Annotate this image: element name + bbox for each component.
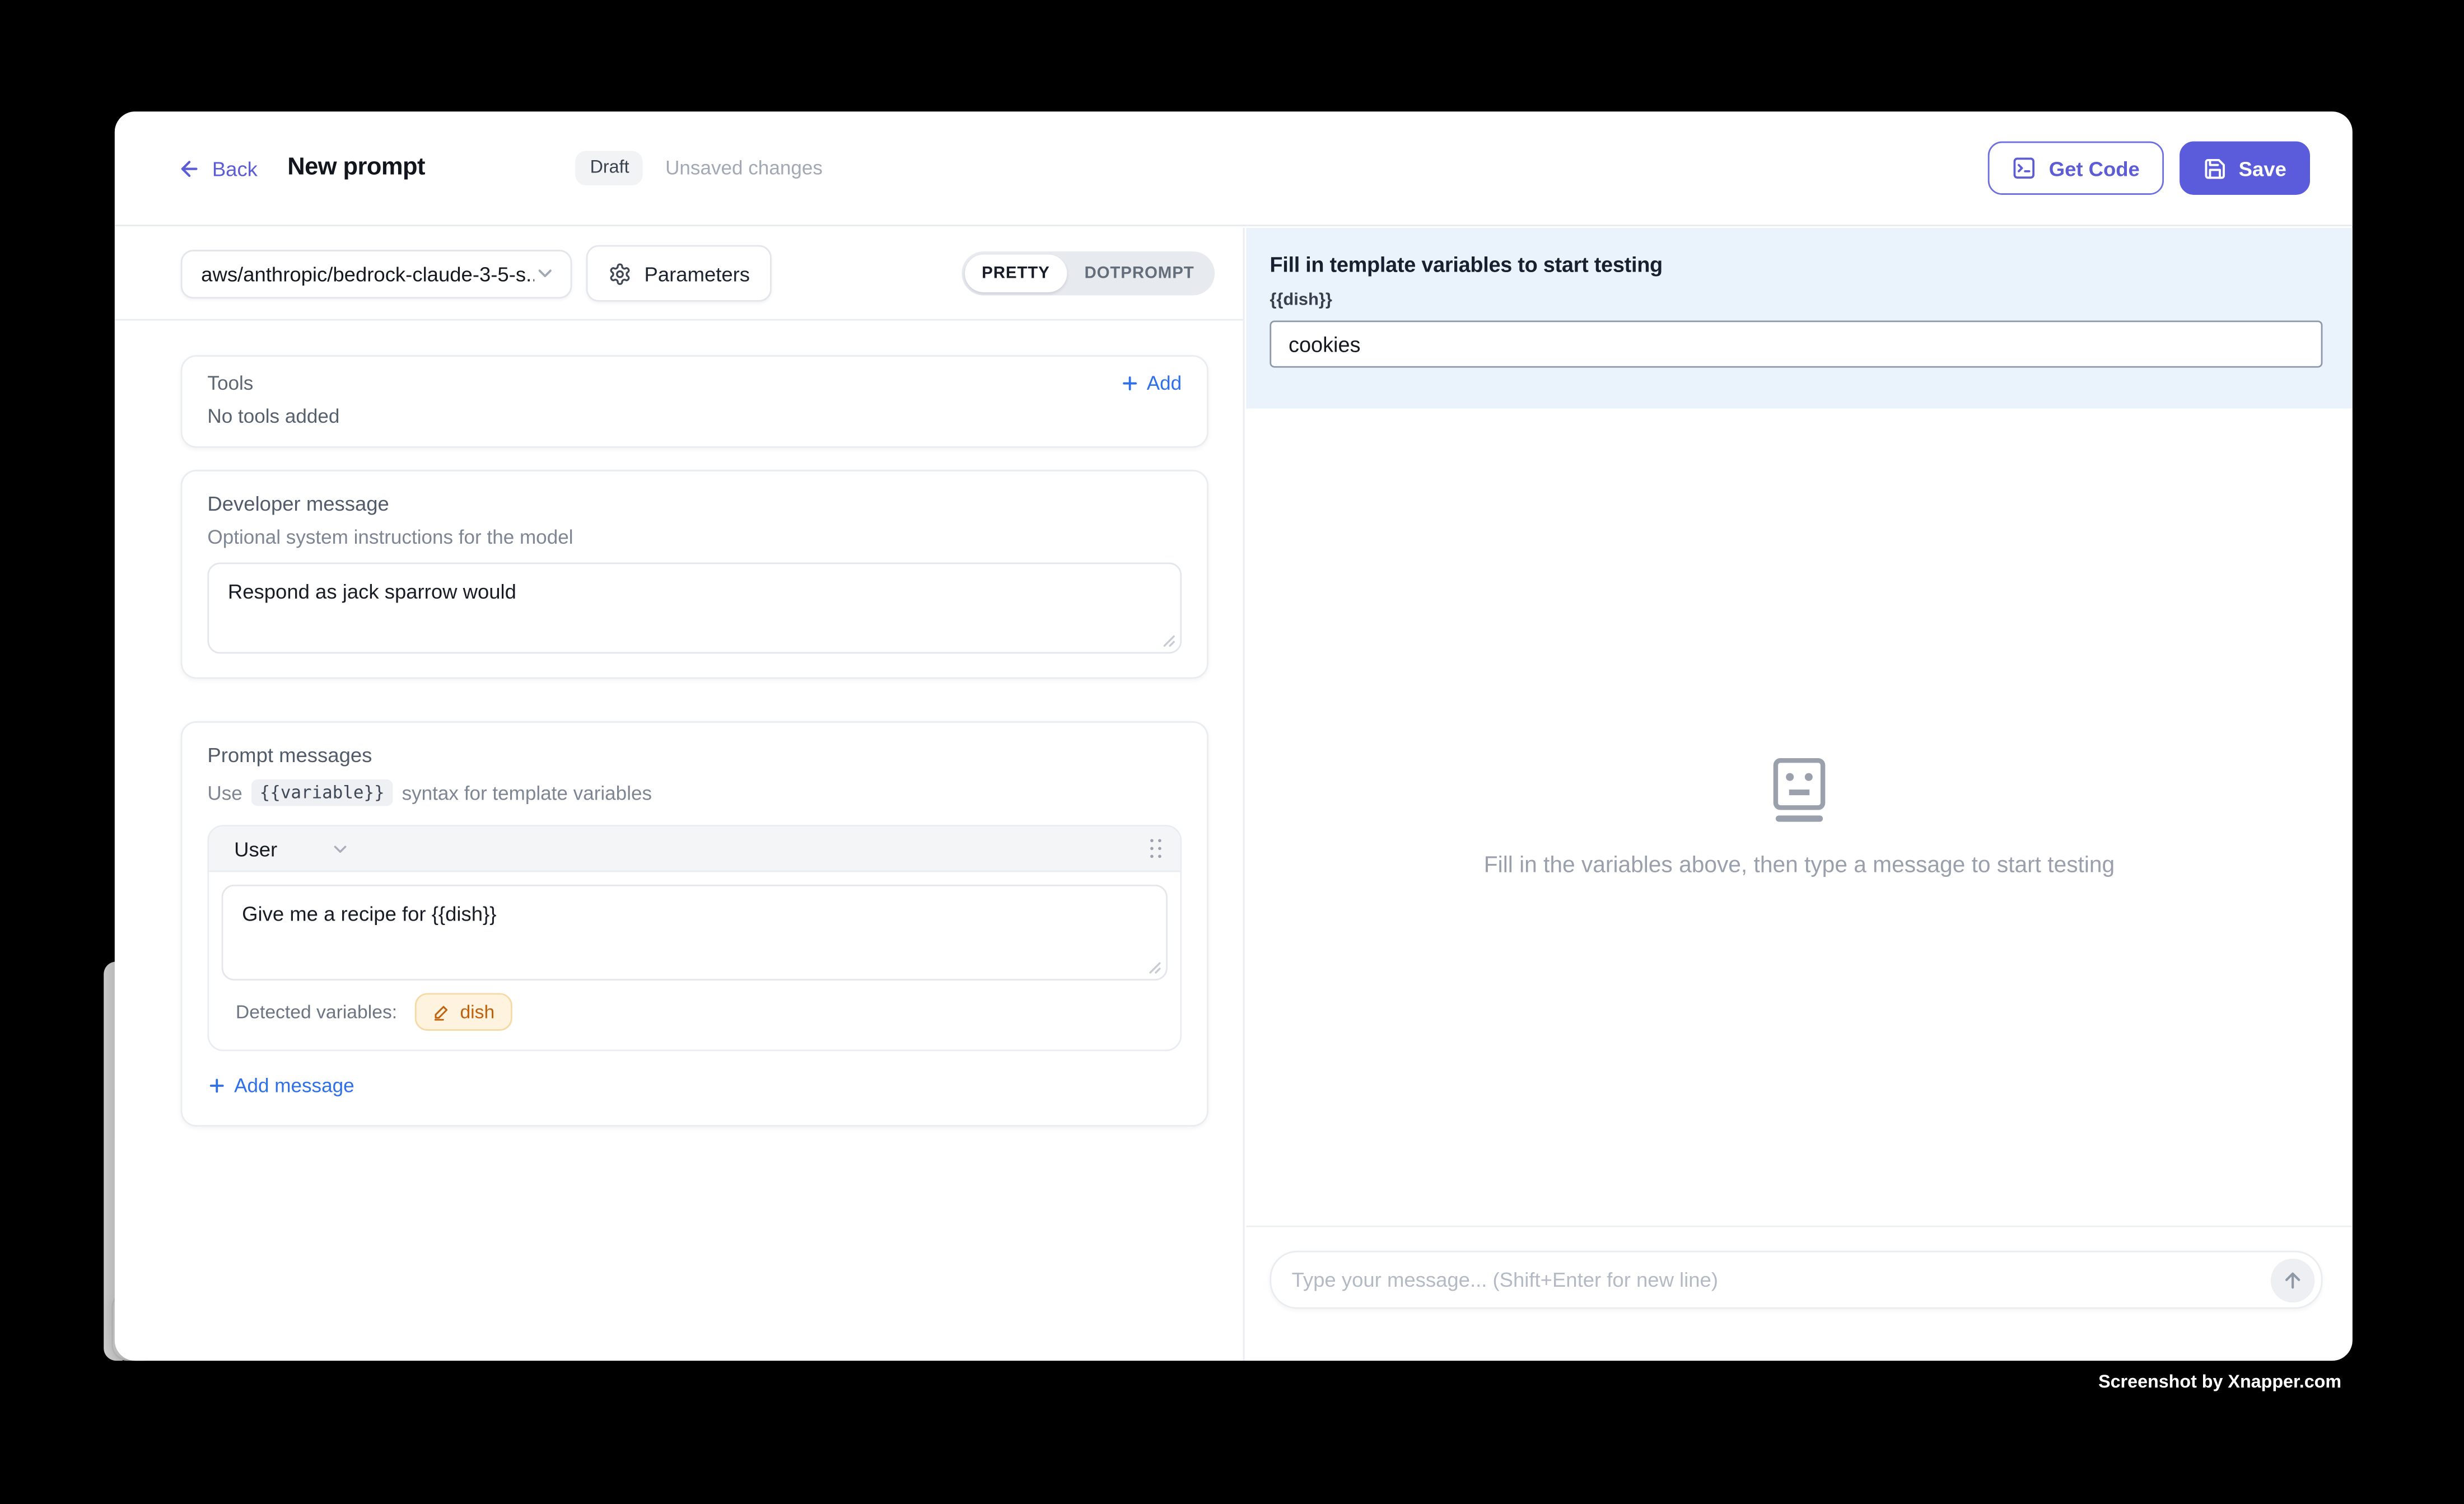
get-code-label: Get Code [2049, 156, 2140, 180]
save-label: Save [2239, 156, 2286, 180]
editor-content: Tools Add No tools added Developer messa… [115, 320, 1243, 1127]
tester-pane: Fill in template variables to start test… [1246, 228, 2353, 1361]
developer-message-title: Developer message [207, 492, 1182, 515]
plus-icon [207, 1076, 226, 1095]
save-icon [2202, 156, 2226, 180]
model-select-value: aws/anthropic/bedrock-claude-3-5-s... [201, 261, 535, 285]
drag-handle-icon[interactable] [1150, 839, 1161, 858]
tab-dotprompt[interactable]: DOTPROMPT [1067, 255, 1212, 292]
send-button[interactable] [2271, 1258, 2315, 1302]
parameters-button[interactable]: Parameters [586, 245, 772, 302]
prompt-messages-card: Prompt messages Use {{variable}} syntax … [181, 721, 1208, 1127]
prompt-editor-window: Back New prompt Draft Unsaved changes Ge… [115, 111, 2353, 1361]
chat-input-bar [1246, 1226, 2353, 1361]
developer-message-field-wrap: Respond as jack sparrow would [207, 563, 1182, 654]
header: Back New prompt Draft Unsaved changes Ge… [115, 111, 2353, 226]
gear-icon [608, 261, 632, 285]
page-title: New prompt [287, 154, 425, 183]
robot-face-icon [1772, 756, 1826, 823]
tools-title: Tools [207, 372, 253, 394]
chevron-down-icon [535, 263, 556, 284]
edit-pencil-icon [432, 1002, 451, 1021]
tab-pretty[interactable]: PRETTY [964, 255, 1067, 292]
role-select-value: User [234, 837, 277, 860]
developer-message-card: Developer message Optional system instru… [181, 470, 1208, 679]
add-message-label: Add message [234, 1075, 354, 1096]
parameters-label: Parameters [645, 261, 750, 285]
screenshot-stage: Back New prompt Draft Unsaved changes Ge… [0, 0, 2464, 1503]
syntax-hint: Use {{variable}} syntax for template var… [207, 779, 1182, 806]
chevron-down-icon [331, 838, 351, 858]
back-label: Back [212, 156, 258, 180]
tools-card: Tools Add No tools added [181, 355, 1208, 448]
chat-empty-state: Fill in the variables above, then type a… [1246, 409, 2353, 1226]
syntax-suffix: syntax for template variables [402, 782, 652, 804]
header-actions: Get Code Save [1987, 142, 2310, 195]
arrow-up-icon [2281, 1269, 2303, 1291]
chat-message-input[interactable] [1271, 1268, 2321, 1292]
watermark-credit: Screenshot by Xnapper.com [2098, 1374, 2341, 1393]
detected-variables-row: Detected variables: dish [236, 993, 1168, 1030]
message-block: User Give me a recipe for {{dish}} [207, 825, 1182, 1051]
chat-input-wrap [1270, 1251, 2322, 1309]
message-role-header: User [209, 826, 1180, 872]
template-variables-heading: Fill in template variables to start test… [1270, 253, 2322, 277]
message-field-wrap: Give me a recipe for {{dish}} [222, 885, 1168, 980]
message-body: Give me a recipe for {{dish}} Detected v… [209, 872, 1180, 1049]
back-button[interactable]: Back [178, 156, 258, 180]
add-message-button[interactable]: Add message [207, 1075, 1182, 1096]
status-badge: Draft [576, 151, 643, 185]
save-button[interactable]: Save [2179, 142, 2310, 195]
developer-message-subtitle: Optional system instructions for the mod… [207, 526, 1182, 548]
variable-value-input[interactable] [1270, 320, 2322, 367]
resize-handle-icon[interactable] [1146, 959, 1161, 974]
arrow-left-icon [178, 156, 201, 180]
plus-icon [1120, 374, 1139, 393]
chat-empty-text: Fill in the variables above, then type a… [1484, 852, 2115, 877]
unsaved-changes-label: Unsaved changes [665, 157, 823, 179]
developer-message-input[interactable]: Respond as jack sparrow would [209, 564, 1180, 652]
variable-chip-label: dish [460, 1001, 494, 1022]
role-select[interactable] [331, 838, 351, 858]
add-tool-button[interactable]: Add [1120, 372, 1182, 394]
view-mode-toggle: PRETTY DOTPROMPT [962, 251, 1215, 296]
get-code-button[interactable]: Get Code [1987, 142, 2163, 195]
syntax-prefix: Use [207, 782, 242, 804]
editor-pane: aws/anthropic/bedrock-claude-3-5-s... Pa… [115, 228, 1245, 1361]
model-select[interactable]: aws/anthropic/bedrock-claude-3-5-s... [181, 249, 572, 298]
terminal-icon [2011, 156, 2036, 181]
editor-toolbar: aws/anthropic/bedrock-claude-3-5-s... Pa… [115, 228, 1243, 321]
detected-variables-label: Detected variables: [236, 1001, 397, 1022]
tools-empty-label: No tools added [207, 405, 1182, 427]
resize-handle-icon[interactable] [1160, 632, 1175, 647]
variable-syntax-chip: {{variable}} [252, 779, 393, 806]
template-variables-section: Fill in template variables to start test… [1246, 228, 2353, 409]
add-tool-label: Add [1147, 372, 1182, 394]
message-input[interactable]: Give me a recipe for {{dish}} [223, 886, 1166, 979]
prompt-messages-title: Prompt messages [207, 743, 1182, 767]
variable-key-label: {{dish}} [1270, 291, 2322, 310]
variable-chip-dish[interactable]: dish [414, 993, 512, 1030]
